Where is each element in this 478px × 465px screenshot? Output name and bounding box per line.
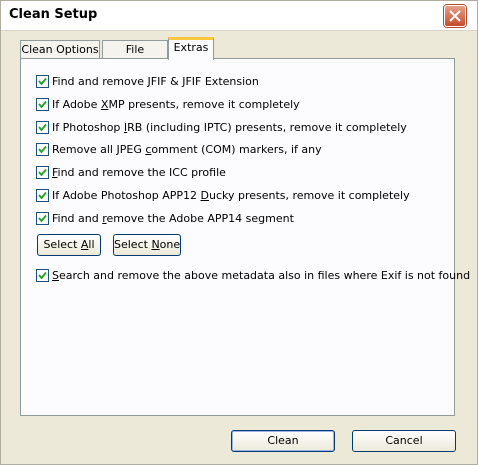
check-icon bbox=[38, 145, 47, 154]
button-label: Select bbox=[43, 238, 81, 251]
button-label: Cancel bbox=[385, 434, 423, 447]
option-label: Find and remove the ICC profile bbox=[52, 166, 226, 179]
check-icon bbox=[38, 271, 47, 280]
option-label: If Photoshop IRB (including IPTC) presen… bbox=[52, 121, 407, 134]
tab-label: Extras bbox=[173, 41, 209, 54]
option-label: Remove all JPEG comment (COM) markers, i… bbox=[52, 143, 322, 156]
title-bar: Clean Setup bbox=[1, 1, 477, 31]
button-label: Clean bbox=[267, 434, 299, 447]
checkbox[interactable] bbox=[36, 189, 49, 202]
check-icon bbox=[38, 214, 47, 223]
window-title: Clean Setup bbox=[9, 7, 98, 22]
select-none-button[interactable]: Select None bbox=[113, 234, 181, 256]
close-button[interactable] bbox=[444, 5, 466, 27]
option-label: Search and remove the above metadata als… bbox=[52, 269, 471, 282]
option-label: Find and remove JFIF & JFIF Extension bbox=[52, 75, 259, 88]
check-icon bbox=[38, 123, 47, 132]
checkbox[interactable] bbox=[36, 166, 49, 179]
check-icon bbox=[38, 191, 47, 200]
check-icon bbox=[38, 77, 47, 86]
checkbox[interactable] bbox=[36, 269, 49, 282]
button-label: ll bbox=[88, 238, 95, 251]
cancel-button[interactable]: Cancel bbox=[352, 430, 456, 452]
tab-clean-options[interactable]: Clean Options bbox=[20, 40, 100, 58]
clean-button[interactable]: Clean bbox=[231, 430, 335, 452]
tab-extras[interactable]: Extras bbox=[168, 37, 214, 60]
checkbox[interactable] bbox=[36, 121, 49, 134]
button-label: one bbox=[159, 238, 181, 251]
checkbox[interactable] bbox=[36, 212, 49, 225]
option-label: Find and remove the Adobe APP14 segment bbox=[52, 212, 294, 225]
checkbox[interactable] bbox=[36, 75, 49, 88]
check-icon bbox=[38, 100, 47, 109]
button-label-key: N bbox=[151, 238, 160, 251]
tab-file-options[interactable]: File Options bbox=[102, 40, 168, 74]
close-icon bbox=[449, 10, 461, 22]
check-icon bbox=[38, 168, 47, 177]
option-label: If Adobe Photoshop APP12 Ducky presents,… bbox=[52, 189, 410, 202]
checkbox[interactable] bbox=[36, 98, 49, 111]
clean-setup-dialog: Clean Setup Clean Options File Options E… bbox=[0, 0, 478, 465]
tab-label: Clean Options bbox=[21, 43, 99, 56]
checkbox[interactable] bbox=[36, 143, 49, 156]
button-label: Select bbox=[114, 238, 152, 251]
option-label: If Adobe XMP presents, remove it complet… bbox=[52, 98, 300, 111]
select-all-button[interactable]: Select All bbox=[37, 234, 101, 256]
